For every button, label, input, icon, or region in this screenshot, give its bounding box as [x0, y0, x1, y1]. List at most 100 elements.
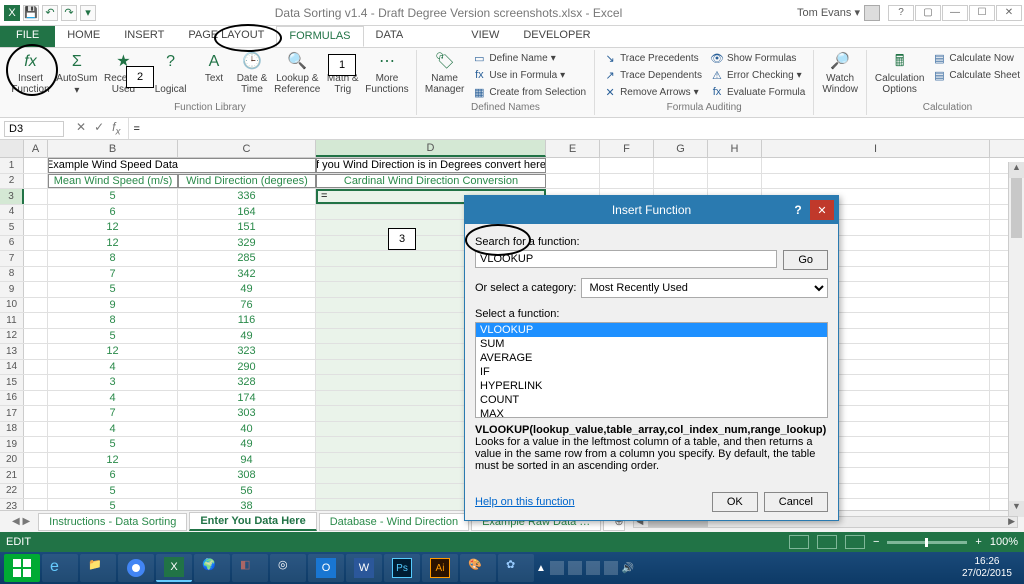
col-g[interactable]: G: [654, 140, 708, 157]
col-d[interactable]: D: [316, 140, 546, 157]
row-header[interactable]: 14: [0, 360, 24, 375]
cell[interactable]: 94: [178, 453, 316, 468]
function-list-item[interactable]: COUNT: [476, 393, 827, 407]
cell[interactable]: 5: [48, 499, 178, 510]
taskbar-outlook-icon[interactable]: O: [308, 554, 344, 582]
cell[interactable]: 174: [178, 391, 316, 406]
cell[interactable]: 290: [178, 360, 316, 375]
save-icon[interactable]: 💾: [23, 5, 39, 21]
ribbon-opts-icon[interactable]: ▢: [915, 5, 941, 21]
cell[interactable]: [762, 158, 990, 173]
cell[interactable]: 5: [48, 189, 178, 204]
row-header[interactable]: 15: [0, 375, 24, 390]
cell[interactable]: [24, 298, 48, 313]
cell[interactable]: 336: [178, 189, 316, 204]
taskbar-paint-icon[interactable]: 🎨: [460, 554, 496, 582]
row-header[interactable]: 10: [0, 298, 24, 313]
view-break-icon[interactable]: [845, 535, 865, 549]
cell[interactable]: Example Wind Speed Data:: [48, 158, 178, 173]
row-header[interactable]: 20: [0, 453, 24, 468]
cell[interactable]: [24, 360, 48, 375]
row-header[interactable]: 5: [0, 220, 24, 235]
cell[interactable]: 342: [178, 267, 316, 282]
more-functions-button[interactable]: ⋯More Functions: [364, 50, 410, 97]
row-header[interactable]: 11: [0, 313, 24, 328]
cell[interactable]: 328: [178, 375, 316, 390]
cell[interactable]: 12: [48, 220, 178, 235]
restore-icon[interactable]: ☐: [969, 5, 995, 21]
cell[interactable]: 164: [178, 205, 316, 220]
zoom-in-icon[interactable]: +: [975, 536, 981, 548]
dialog-close-icon[interactable]: ✕: [810, 200, 834, 220]
sheet-tab-instructions[interactable]: Instructions - Data Sorting: [38, 513, 187, 531]
taskbar-app4-icon[interactable]: ✿: [498, 554, 534, 582]
cell[interactable]: 12: [48, 344, 178, 359]
cell[interactable]: [708, 174, 762, 189]
cell[interactable]: 49: [178, 282, 316, 297]
lookup-button[interactable]: 🔍Lookup & Reference: [273, 50, 322, 97]
system-tray[interactable]: ▲ 🔊: [536, 561, 634, 575]
tray-icon[interactable]: [604, 561, 618, 575]
tab-formulas[interactable]: FORMULAS: [276, 26, 363, 47]
use-in-formula-button[interactable]: fxUse in Formula ▾: [470, 67, 588, 83]
tray-up-icon[interactable]: ▲: [536, 563, 546, 574]
category-select[interactable]: Most Recently Used: [581, 278, 829, 298]
function-list-item[interactable]: HYPERLINK: [476, 379, 827, 393]
cell[interactable]: 12: [48, 236, 178, 251]
cell[interactable]: 56: [178, 484, 316, 499]
close-icon[interactable]: ✕: [996, 5, 1022, 21]
cell[interactable]: 151: [178, 220, 316, 235]
taskbar-ps-icon[interactable]: Ps: [384, 554, 420, 582]
cell[interactable]: [654, 174, 708, 189]
row-header[interactable]: 1: [0, 158, 24, 173]
cell[interactable]: 49: [178, 329, 316, 344]
cell[interactable]: Wind Direction (degrees): [178, 174, 316, 189]
formula-input[interactable]: =: [128, 118, 1024, 139]
dialog-title-bar[interactable]: Insert Function ? ✕: [465, 196, 838, 224]
view-normal-icon[interactable]: [789, 535, 809, 549]
cancel-button[interactable]: Cancel: [764, 492, 828, 512]
date-time-button[interactable]: 🕒Date & Time: [235, 50, 269, 97]
row-header[interactable]: 23: [0, 499, 24, 510]
cell[interactable]: [24, 158, 48, 173]
row-header[interactable]: 18: [0, 422, 24, 437]
row-header[interactable]: 21: [0, 468, 24, 483]
cell[interactable]: 323: [178, 344, 316, 359]
cell[interactable]: [546, 174, 600, 189]
cell[interactable]: [24, 422, 48, 437]
cell[interactable]: 303: [178, 406, 316, 421]
zoom-out-icon[interactable]: −: [873, 536, 879, 548]
view-layout-icon[interactable]: [817, 535, 837, 549]
taskbar-word-icon[interactable]: W: [346, 554, 382, 582]
cell[interactable]: 49: [178, 437, 316, 452]
row-header[interactable]: 6: [0, 236, 24, 251]
row-header[interactable]: 8: [0, 267, 24, 282]
tray-icon[interactable]: [586, 561, 600, 575]
zoom-slider[interactable]: [887, 541, 967, 544]
cell[interactable]: [654, 158, 708, 173]
name-manager-button[interactable]: 🏷Name Manager: [423, 50, 466, 97]
cell[interactable]: 7: [48, 406, 178, 421]
row-header[interactable]: 12: [0, 329, 24, 344]
col-i[interactable]: I: [762, 140, 990, 157]
cell[interactable]: [24, 220, 48, 235]
scroll-up-icon[interactable]: ▲: [1009, 162, 1024, 178]
cell[interactable]: [24, 251, 48, 266]
vertical-scrollbar[interactable]: ▲ ▼: [1008, 162, 1024, 517]
cell[interactable]: If you Wind Direction is in Degrees conv…: [316, 158, 546, 173]
help-icon[interactable]: ?: [888, 5, 914, 21]
cell[interactable]: [24, 205, 48, 220]
cell[interactable]: [24, 344, 48, 359]
taskbar-excel-icon[interactable]: X: [156, 554, 192, 582]
qat-dropdown-icon[interactable]: ▾: [80, 5, 96, 21]
fx-cancel-icon[interactable]: ✕: [76, 120, 86, 137]
calculate-now-button[interactable]: ▤Calculate Now: [930, 50, 1022, 66]
cell[interactable]: 116: [178, 313, 316, 328]
zoom-level[interactable]: 100%: [990, 536, 1018, 548]
remove-arrows-button[interactable]: ✕Remove Arrows ▾: [601, 84, 704, 100]
cell[interactable]: 76: [178, 298, 316, 313]
cell[interactable]: 3: [48, 375, 178, 390]
evaluate-formula-button[interactable]: fxEvaluate Formula: [708, 84, 807, 100]
col-b[interactable]: B: [48, 140, 178, 157]
cell[interactable]: 308: [178, 468, 316, 483]
